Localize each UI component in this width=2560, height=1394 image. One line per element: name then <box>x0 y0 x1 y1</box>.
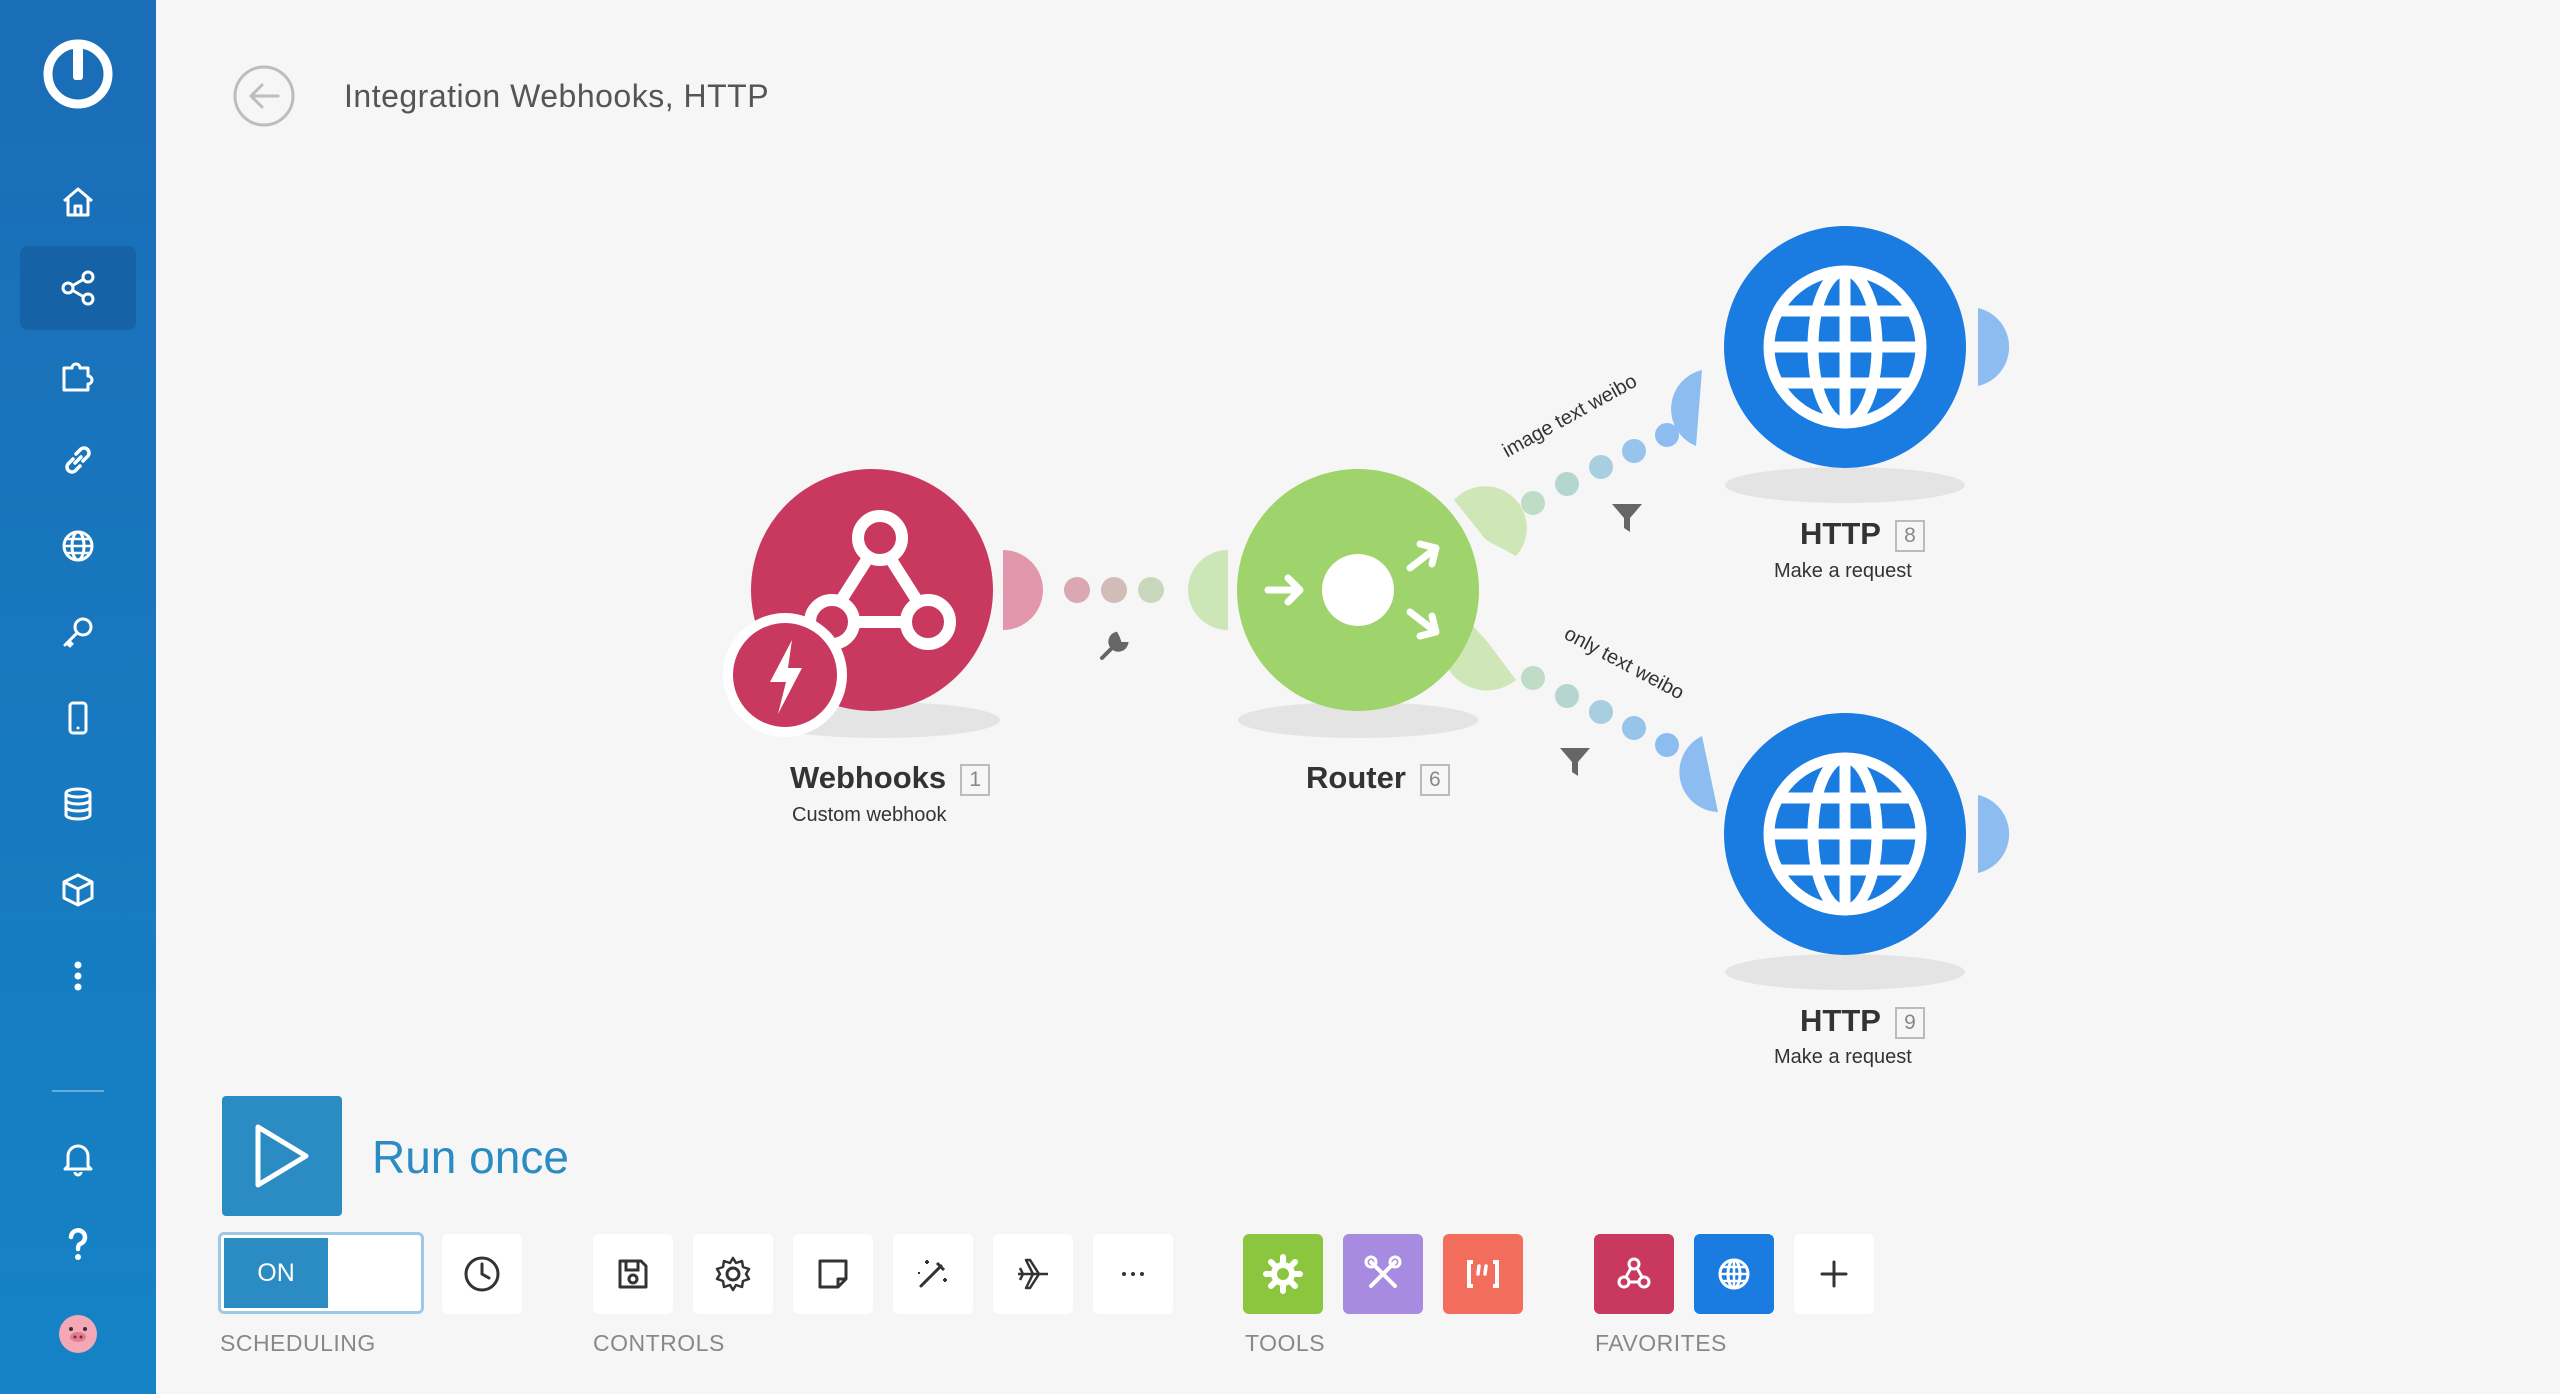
schedule-settings-button[interactable] <box>442 1234 522 1314</box>
http-module-top[interactable] <box>1724 226 2010 468</box>
globe-icon <box>1763 265 1927 429</box>
connector-webhooks-router[interactable] <box>1003 550 1228 630</box>
gear-icon <box>715 1256 751 1292</box>
http-module-bottom-subtitle: Make a request <box>1774 1046 1912 1068</box>
favorites-section-label: FAVORITES <box>1595 1330 1727 1356</box>
save-icon <box>618 1259 648 1289</box>
module-id-badge: 6 <box>1419 763 1450 796</box>
module-id-badge: 8 <box>1894 519 1925 552</box>
webhooks-module[interactable] <box>723 469 993 737</box>
add-favorite-button[interactable] <box>1794 1234 1874 1314</box>
explain-flow-button[interactable] <box>993 1234 1073 1314</box>
http-module-bottom-label: HTTP 9 <box>1800 1003 1925 1039</box>
http-module-top-subtitle: Make a request <box>1774 560 1912 582</box>
auto-align-button[interactable] <box>893 1234 973 1314</box>
favorite-http-button[interactable] <box>1694 1234 1774 1314</box>
scenario-settings-button[interactable] <box>693 1234 773 1314</box>
module-id-badge: 1 <box>960 763 991 796</box>
gear-icon <box>1263 1254 1303 1294</box>
globe-icon <box>1718 1258 1750 1290</box>
globe-icon <box>1763 752 1927 916</box>
tools-tools-button[interactable] <box>1343 1234 1423 1314</box>
magic-wand-icon <box>918 1260 947 1288</box>
webhooks-module-label: Webhooks 1 <box>790 760 991 796</box>
filter-icon-top[interactable] <box>1612 504 1642 532</box>
text-parser-icon <box>1467 1260 1499 1288</box>
webhook-icon <box>1617 1257 1651 1289</box>
tools-section-label: TOOLS <box>1245 1330 1326 1356</box>
wrench-icon[interactable] <box>1100 631 1129 660</box>
http-module-top-label: HTTP 8 <box>1800 516 1925 552</box>
plus-icon <box>1820 1260 1848 1288</box>
favorite-webhooks-button[interactable] <box>1594 1234 1674 1314</box>
http-module-bottom[interactable] <box>1724 713 2010 955</box>
tools-icon <box>1364 1255 1402 1288</box>
scheduling-on-label: ON <box>224 1238 328 1308</box>
run-once-button[interactable] <box>222 1096 342 1216</box>
router-module[interactable] <box>1237 469 1479 711</box>
router-module-label: Router 6 <box>1306 760 1450 796</box>
note-icon <box>818 1259 848 1289</box>
airplane-icon <box>1018 1258 1048 1290</box>
tools-text-parser-button[interactable] <box>1443 1234 1523 1314</box>
tools-flow-control-button[interactable] <box>1243 1234 1323 1314</box>
scheduling-toggle[interactable]: ON <box>218 1232 424 1314</box>
webhooks-module-subtitle: Custom webhook <box>792 804 947 826</box>
controls-section-label: CONTROLS <box>593 1330 725 1356</box>
clock-icon <box>464 1256 500 1292</box>
save-button[interactable] <box>593 1234 673 1314</box>
more-controls-button[interactable] <box>1093 1234 1173 1314</box>
scenario-canvas <box>723 226 2010 990</box>
more-horizontal-icon <box>1122 1272 1144 1276</box>
module-id-badge: 9 <box>1894 1006 1925 1039</box>
scheduling-section-label: SCHEDULING <box>220 1330 376 1356</box>
run-once-label[interactable]: Run once <box>372 1130 569 1184</box>
filter-icon-bottom[interactable] <box>1560 748 1590 776</box>
play-icon <box>255 1124 309 1188</box>
notes-button[interactable] <box>793 1234 873 1314</box>
